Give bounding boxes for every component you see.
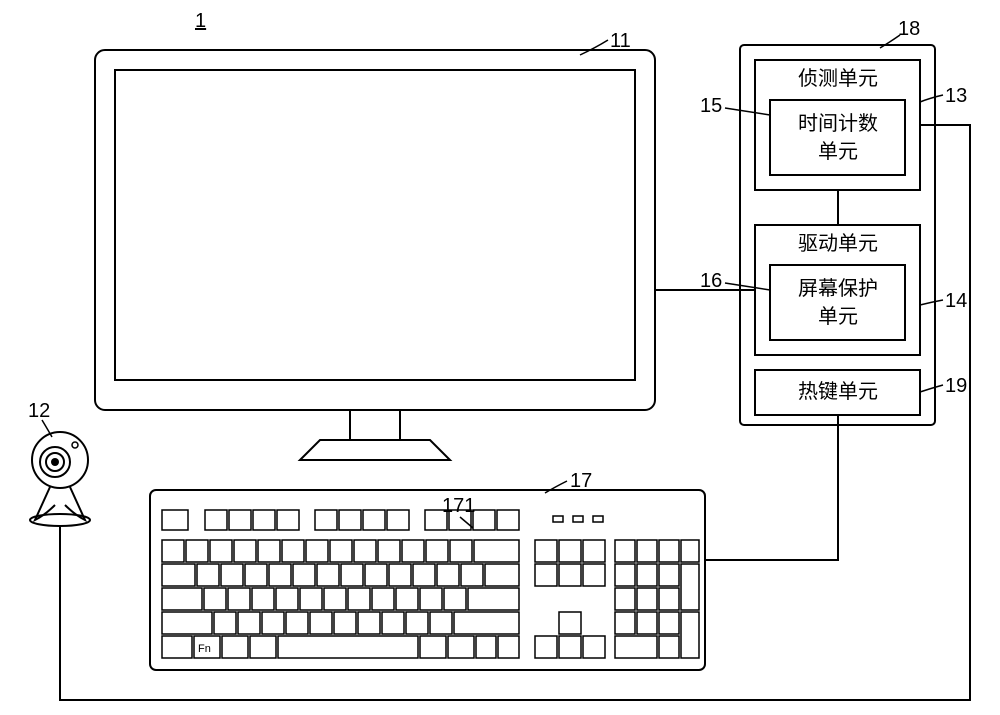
keyboard: Fn: [150, 490, 705, 670]
time-unit-label-1: 时间计数: [798, 112, 878, 135]
connector-camera-detect: [60, 125, 970, 700]
leader-17: [545, 481, 567, 493]
time-unit-box: [770, 100, 905, 175]
monitor: [95, 50, 655, 460]
connector-hotkey-keyboard: [705, 415, 838, 560]
leader-16: [725, 283, 770, 290]
leader-14: [920, 300, 943, 305]
screen-unit-label-2: 单元: [818, 305, 858, 328]
detect-unit-label: 侦测单元: [798, 67, 878, 90]
leader-15: [725, 108, 770, 115]
drive-unit-label: 驱动单元: [798, 232, 878, 255]
time-unit-label-2: 单元: [818, 140, 858, 163]
fn-key-label: Fn: [198, 643, 211, 655]
hotkey-unit-label: 热键单元: [798, 380, 878, 403]
screen-unit-label-1: 屏幕保护: [798, 277, 878, 300]
leader-19: [920, 385, 943, 392]
leader-11: [580, 40, 608, 55]
camera-icon: [30, 432, 90, 526]
screen-unit-box: [770, 265, 905, 340]
leader-18: [880, 35, 900, 48]
leader-13: [920, 95, 943, 102]
